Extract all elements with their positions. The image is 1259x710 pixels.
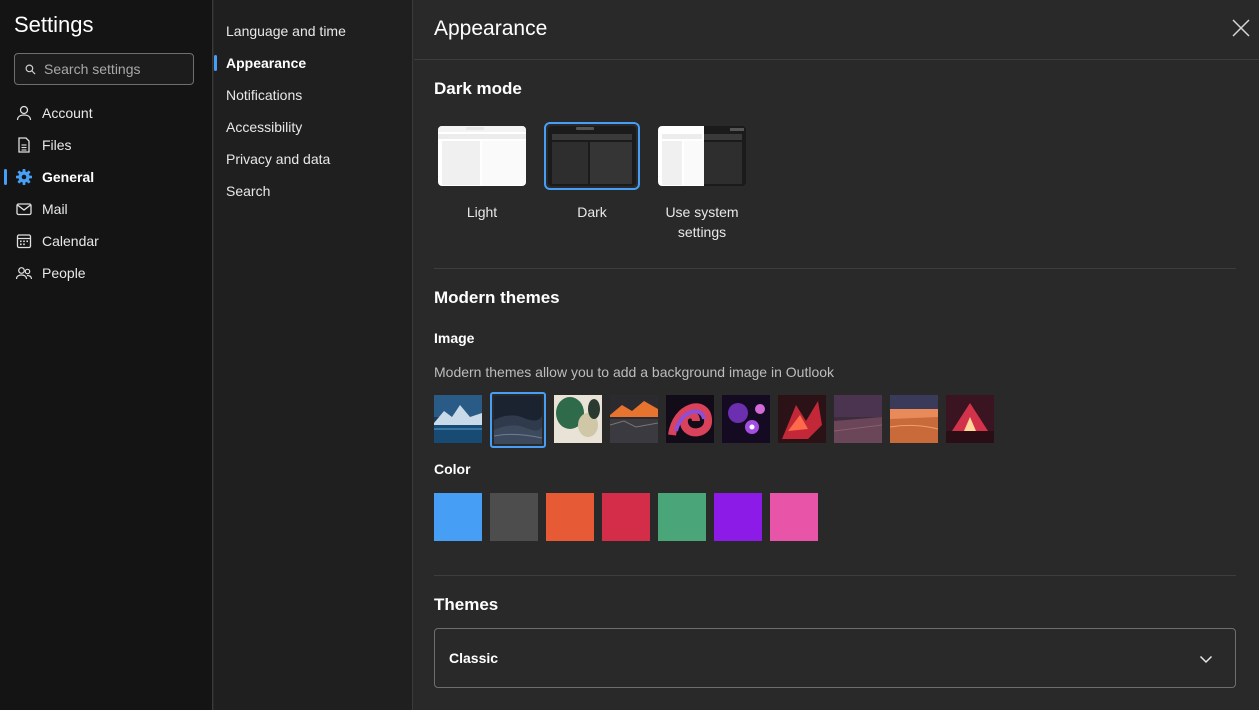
sub-nav-item-appearance[interactable]: Appearance bbox=[214, 47, 413, 79]
sub-nav-item-language[interactable]: Language and time bbox=[214, 15, 413, 47]
section-divider bbox=[434, 268, 1236, 269]
sub-nav-label: Accessibility bbox=[226, 119, 303, 135]
mode-thumbnail-light bbox=[434, 122, 530, 190]
theme-image-row bbox=[434, 392, 994, 448]
theme-image-sunset-peaks[interactable] bbox=[610, 395, 658, 443]
themes-heading: Themes bbox=[434, 595, 499, 614]
active-indicator bbox=[4, 169, 7, 185]
close-button[interactable] bbox=[1229, 16, 1253, 40]
theme-image-orbs[interactable] bbox=[722, 395, 770, 443]
color-swatch[interactable] bbox=[770, 493, 818, 541]
active-indicator bbox=[214, 55, 217, 71]
theme-image-desert-sunset[interactable] bbox=[890, 395, 938, 443]
themes-dropdown[interactable]: Classic bbox=[434, 628, 1236, 688]
nav-item-label: Calendar bbox=[42, 233, 99, 249]
color-swatch[interactable] bbox=[658, 493, 706, 541]
mail-icon bbox=[14, 199, 34, 219]
nav-item-calendar[interactable]: Calendar bbox=[0, 225, 213, 257]
sub-nav-label: Notifications bbox=[226, 87, 303, 103]
mode-label: Dark bbox=[577, 204, 607, 220]
mode-option-dark[interactable]: Dark bbox=[544, 122, 640, 222]
search-box[interactable] bbox=[14, 53, 194, 85]
calendar-icon bbox=[14, 231, 34, 251]
sub-nav-label: Search bbox=[226, 183, 271, 199]
nav-item-files[interactable]: Files bbox=[0, 129, 213, 161]
chevron-down-icon bbox=[1199, 655, 1213, 664]
color-swatch-row bbox=[434, 493, 818, 541]
color-swatch[interactable] bbox=[714, 493, 762, 541]
nav-item-account[interactable]: Account bbox=[0, 97, 213, 129]
mode-thumbnail-dark bbox=[544, 122, 640, 190]
theme-image-dusk-plain[interactable] bbox=[834, 395, 882, 443]
settings-title: Settings bbox=[14, 12, 94, 37]
themes-dropdown-value: Classic bbox=[449, 650, 499, 666]
color-swatch[interactable] bbox=[490, 493, 538, 541]
theme-image-leaves[interactable] bbox=[554, 395, 602, 443]
nav-list: Account Files General Mail Calendar Peop… bbox=[0, 97, 213, 289]
theme-image-tent[interactable] bbox=[946, 395, 994, 443]
mode-label: Use system settings bbox=[665, 204, 739, 240]
section-divider bbox=[434, 575, 1236, 576]
modern-themes-description: Modern themes allow you to add a backgro… bbox=[434, 364, 835, 380]
people-icon bbox=[14, 263, 34, 283]
left-nav: Settings Account Files General Mail Cale… bbox=[0, 0, 213, 710]
sub-nav-list: Language and time Appearance Notificatio… bbox=[214, 15, 413, 207]
mode-option-system[interactable]: Use system settings bbox=[654, 122, 750, 242]
theme-image-red-shapes[interactable] bbox=[778, 395, 826, 443]
nav-item-people[interactable]: People bbox=[0, 257, 213, 289]
theme-image-dunes[interactable] bbox=[490, 392, 546, 448]
dark-mode-heading: Dark mode bbox=[434, 79, 522, 98]
theme-image-swirl[interactable] bbox=[666, 395, 714, 443]
sub-nav-label: Language and time bbox=[226, 23, 346, 39]
nav-item-label: Mail bbox=[42, 201, 68, 217]
mode-option-light[interactable]: Light bbox=[434, 122, 530, 222]
mode-thumbnail-system bbox=[654, 122, 750, 190]
nav-item-label: People bbox=[42, 265, 86, 281]
color-swatch[interactable] bbox=[546, 493, 594, 541]
nav-item-mail[interactable]: Mail bbox=[0, 193, 213, 225]
modern-themes-heading: Modern themes bbox=[434, 288, 560, 307]
sub-nav-item-search[interactable]: Search bbox=[214, 175, 413, 207]
color-swatch[interactable] bbox=[434, 493, 482, 541]
color-heading: Color bbox=[434, 461, 471, 477]
main-panel: Appearance Dark mode Light Dark Use syst… bbox=[414, 0, 1259, 710]
nav-item-general[interactable]: General bbox=[0, 161, 213, 193]
gear-icon bbox=[14, 167, 34, 187]
mode-label: Light bbox=[466, 204, 498, 220]
sub-nav: Language and time Appearance Notificatio… bbox=[214, 0, 413, 710]
sub-nav-item-privacy[interactable]: Privacy and data bbox=[214, 143, 413, 175]
nav-item-label: Files bbox=[42, 137, 72, 153]
theme-image-mountain-lake[interactable] bbox=[434, 395, 482, 443]
nav-item-label: General bbox=[42, 169, 95, 185]
search-input[interactable] bbox=[44, 61, 184, 77]
color-swatch[interactable] bbox=[602, 493, 650, 541]
sub-nav-label: Appearance bbox=[226, 55, 307, 71]
document-icon bbox=[14, 135, 34, 155]
sub-nav-label: Privacy and data bbox=[226, 151, 331, 167]
nav-item-label: Account bbox=[42, 105, 93, 121]
close-icon bbox=[1232, 19, 1250, 37]
person-icon bbox=[14, 103, 34, 123]
sub-nav-item-accessibility[interactable]: Accessibility bbox=[214, 111, 413, 143]
search-icon bbox=[25, 64, 36, 75]
page-title: Appearance bbox=[434, 17, 548, 40]
main-header: Appearance bbox=[414, 0, 1259, 60]
sub-nav-item-notifications[interactable]: Notifications bbox=[214, 79, 413, 111]
image-heading: Image bbox=[434, 330, 475, 346]
